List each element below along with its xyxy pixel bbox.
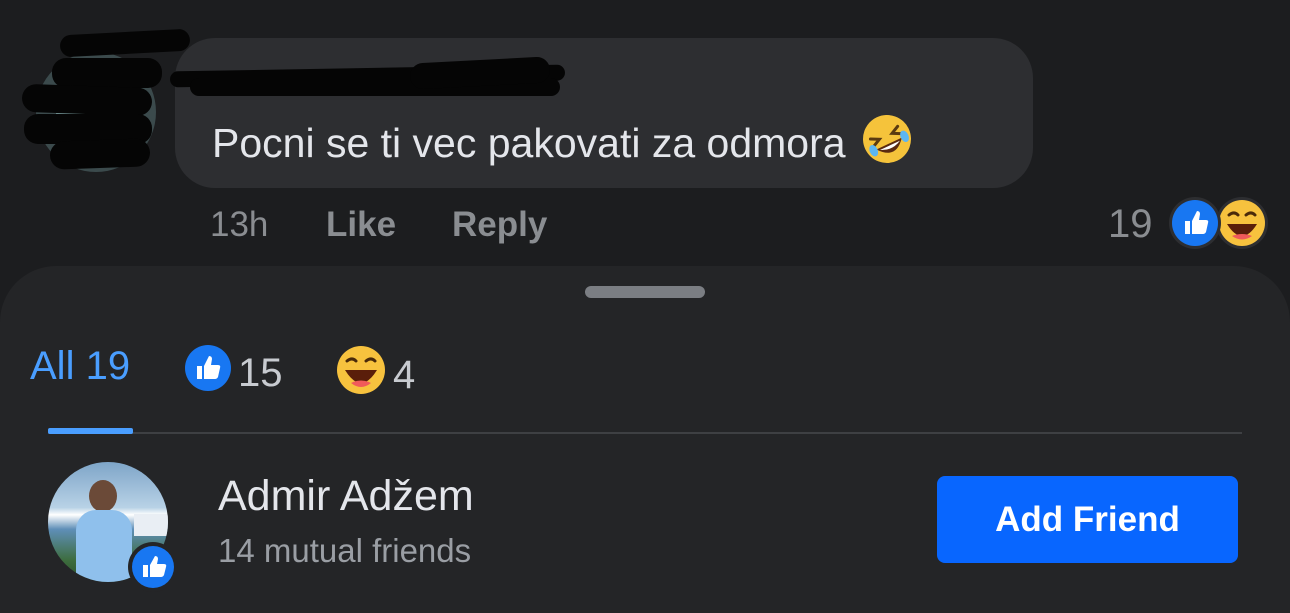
comment-reply-link[interactable]: Reply bbox=[452, 205, 547, 245]
comment-time: 13h bbox=[210, 205, 269, 244]
commenter-avatar[interactable] bbox=[21, 28, 191, 172]
reaction-icons-group bbox=[1169, 197, 1268, 249]
tab-all-underline bbox=[48, 428, 133, 434]
comment-reaction-icons[interactable] bbox=[1168, 196, 1272, 250]
comment-area: Pocni se ti vec pakovati za odmora 13h L… bbox=[0, 0, 1290, 270]
tab-like-count: 15 bbox=[238, 350, 283, 395]
like-reaction-icon bbox=[128, 542, 178, 592]
tab-divider bbox=[48, 432, 1242, 434]
tab-all[interactable]: All 19 bbox=[30, 344, 130, 389]
comment-body: Pocni se ti vec pakovati za odmora bbox=[212, 119, 846, 166]
like-reaction-icon bbox=[1169, 197, 1221, 249]
comment-text: Pocni se ti vec pakovati za odmora bbox=[212, 114, 914, 178]
comment-like-link[interactable]: Like bbox=[326, 205, 396, 245]
haha-reaction-icon bbox=[335, 344, 387, 406]
mutual-friends: 14 mutual friends bbox=[218, 532, 472, 569]
list-item[interactable]: Admir Adžem 14 mutual friends Add Friend bbox=[0, 456, 1290, 596]
sheet-drag-handle[interactable] bbox=[585, 286, 705, 298]
commenter-name-redacted bbox=[169, 56, 566, 104]
like-reaction-icon bbox=[184, 344, 232, 402]
tab-haha-count: 4 bbox=[393, 352, 416, 397]
tab-haha[interactable]: 4 bbox=[335, 344, 415, 406]
tab-like[interactable]: 15 bbox=[184, 344, 283, 402]
rofl-emoji-icon bbox=[860, 112, 914, 176]
reactions-sheet: All 19 15 4 Admir Adžem 14 mutual friend… bbox=[0, 266, 1290, 613]
add-friend-button[interactable]: Add Friend bbox=[937, 476, 1238, 563]
tab-all-label: All 19 bbox=[30, 344, 131, 388]
user-name[interactable]: Admir Adžem bbox=[218, 472, 474, 521]
haha-reaction-icon bbox=[1216, 197, 1268, 249]
comment-reaction-count[interactable]: 19 bbox=[1108, 202, 1153, 247]
